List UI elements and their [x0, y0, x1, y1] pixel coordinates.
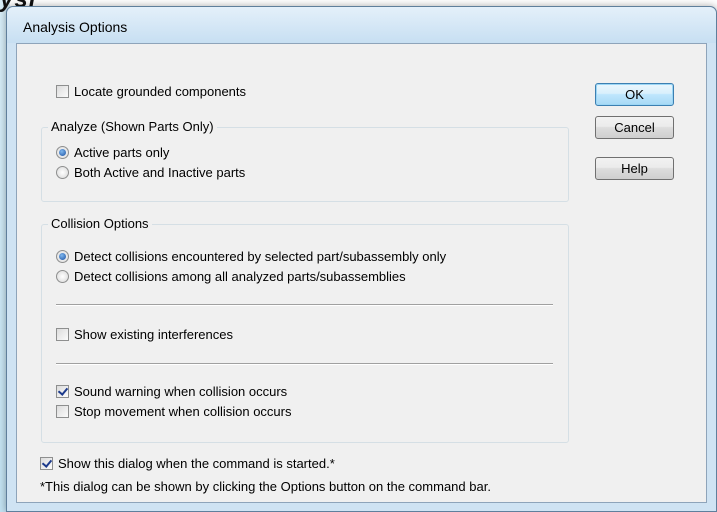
show-dialog-label: Show this dialog when the command is sta…	[58, 455, 335, 471]
title-bar[interactable]: Analysis Options	[7, 7, 716, 43]
collision-separator-2	[56, 363, 553, 365]
locate-grounded-checkbox[interactable]: Locate grounded components	[56, 82, 246, 100]
sound-warning-box[interactable]	[56, 384, 69, 398]
window-title: Analysis Options	[23, 19, 128, 35]
collision-options-group: Collision Options Detect collisions enco…	[41, 216, 569, 443]
radio-label: Detect collisions among all analyzed par…	[74, 268, 406, 284]
radio-detect-selected-dot[interactable]	[56, 249, 69, 263]
stop-movement-box[interactable]	[56, 404, 69, 418]
footnote: *This dialog can be shown by clicking th…	[40, 479, 491, 494]
locate-grounded-label: Locate grounded components	[74, 83, 247, 99]
radio-label: Detect collisions encountered by selecte…	[74, 248, 447, 264]
radio-label: Both Active and Inactive parts	[74, 164, 246, 180]
show-interferences-checkbox[interactable]: Show existing interferences	[56, 325, 233, 343]
stop-movement-label: Stop movement when collision occurs	[74, 403, 292, 419]
radio-detect-all[interactable]: Detect collisions among all analyzed par…	[56, 267, 406, 285]
analyze-group: Analyze (Shown Parts Only) Active parts …	[41, 119, 569, 202]
cancel-button[interactable]: Cancel	[595, 116, 674, 139]
analyze-group-title: Analyze (Shown Parts Only)	[48, 119, 217, 134]
collision-separator-1	[56, 304, 553, 306]
analysis-options-dialog: Analysis Options Locate grounded compone…	[6, 6, 717, 512]
sound-warning-checkbox[interactable]: Sound warning when collision occurs	[56, 382, 287, 400]
show-dialog-checkbox[interactable]: Show this dialog when the command is sta…	[40, 454, 335, 472]
radio-detect-all-dot[interactable]	[56, 269, 69, 283]
show-interferences-label: Show existing interferences	[74, 326, 233, 342]
radio-both-active-inactive[interactable]: Both Active and Inactive parts	[56, 163, 245, 181]
radio-active-parts-only[interactable]: Active parts only	[56, 143, 169, 161]
locate-grounded-box[interactable]	[56, 84, 69, 98]
help-button[interactable]: Help	[595, 157, 674, 180]
radio-active-parts-only-dot[interactable]	[56, 145, 69, 159]
collision-group-title: Collision Options	[48, 216, 152, 231]
radio-both-active-inactive-dot[interactable]	[56, 165, 69, 179]
stop-movement-checkbox[interactable]: Stop movement when collision occurs	[56, 402, 292, 420]
radio-label: Active parts only	[74, 144, 170, 160]
show-interferences-box[interactable]	[56, 327, 69, 341]
sound-warning-label: Sound warning when collision occurs	[74, 383, 288, 399]
dialog-client-area: Locate grounded components Analyze (Show…	[16, 43, 707, 503]
radio-detect-selected[interactable]: Detect collisions encountered by selecte…	[56, 247, 446, 265]
ok-button[interactable]: OK	[595, 83, 674, 106]
show-dialog-box[interactable]	[40, 456, 53, 470]
